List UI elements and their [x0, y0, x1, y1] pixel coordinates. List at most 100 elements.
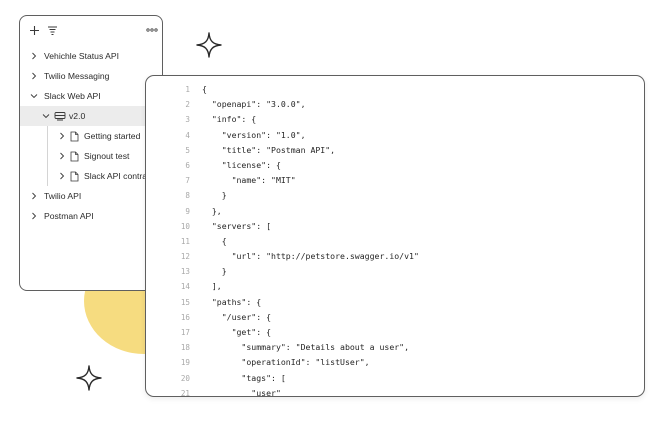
code-editor[interactable]: 1{2 "openapi": "3.0.0", 3 "info": {4 "ver…: [145, 75, 645, 397]
line-number: 1: [185, 85, 190, 94]
code-line[interactable]: 11 {: [146, 234, 644, 249]
code-line[interactable]: 7 "name": "MIT": [146, 173, 644, 188]
line-number: 9: [185, 206, 190, 216]
tree-item-slack-web-api[interactable]: Slack Web API: [20, 86, 162, 106]
code-text: "summary": "Details about a user",: [202, 342, 410, 353]
chevron-right-icon[interactable]: [29, 71, 39, 81]
code-line[interactable]: 5 "title": "Postman API",: [146, 143, 644, 158]
code-text: {: [202, 84, 207, 94]
code-text: "info": {: [202, 114, 257, 125]
tree-item-label: Signout test: [84, 151, 130, 161]
code-text: "get": {: [202, 327, 272, 337]
line-number: 20: [180, 373, 190, 383]
code-line[interactable]: 16 "/user": {: [146, 310, 644, 325]
code-line[interactable]: 4 "version": "1.0",: [146, 128, 644, 143]
tree-item-signout-test[interactable]: Signout test: [20, 146, 162, 166]
code-text: }: [202, 266, 227, 277]
sparkle-icon: [196, 32, 222, 58]
code-text: "title": "Postman API",: [202, 144, 336, 155]
chevron-right-icon[interactable]: [29, 211, 39, 221]
sparkle-icon: [76, 365, 102, 391]
line-number: 18: [180, 343, 190, 353]
line-number: 13: [180, 267, 190, 277]
tree-item-twilio-api[interactable]: Twilio API: [20, 186, 162, 206]
code-text: }: [202, 190, 227, 201]
code-text: "user": [202, 387, 281, 397]
chevron-right-icon[interactable]: [57, 131, 67, 141]
chevron-down-icon[interactable]: [29, 91, 39, 101]
chevron-right-icon[interactable]: [29, 191, 39, 201]
tree-item-label: Postman API: [44, 211, 94, 221]
line-number: 19: [180, 358, 190, 368]
code-line[interactable]: 1{: [146, 82, 644, 97]
line-number: 21: [180, 388, 190, 397]
tree-item-label: Slack Web API: [44, 91, 101, 101]
line-number: 14: [180, 282, 190, 292]
sidebar-toolbar: [20, 16, 162, 46]
line-number: 2: [185, 100, 190, 110]
code-line[interactable]: 12 "url": "http://petstore.swagger.io/v1…: [146, 249, 644, 264]
line-number: 11: [180, 236, 190, 246]
tree-item-postman-api[interactable]: Postman API: [20, 206, 162, 226]
line-number: 10: [180, 221, 190, 231]
document-icon: [70, 131, 79, 142]
tree-item-slack-api-contract[interactable]: Slack API contract: [20, 166, 162, 186]
tree-item-label: Twilio API: [44, 191, 82, 201]
code-text: "tags": [: [202, 372, 286, 383]
chevron-right-icon[interactable]: [29, 51, 39, 61]
code-line[interactable]: 20 "tags": [: [146, 371, 644, 386]
code-text: "version": "1.0",: [202, 129, 306, 140]
v2-0-children: Getting started Signout test Slack API c…: [20, 126, 162, 186]
tree-item-label: Slack API contract: [84, 171, 154, 181]
line-number: 4: [185, 130, 190, 140]
collections-tree: Vehichle Status API Twilio Messaging Sla…: [20, 46, 162, 226]
code-line[interactable]: 17 "get": {: [146, 325, 644, 340]
code-line[interactable]: 13 }: [146, 264, 644, 279]
code-text: },: [202, 205, 222, 216]
code-text: "openapi": "3.0.0",: [202, 99, 306, 110]
code-text: "license": {: [202, 159, 281, 170]
document-icon: [70, 171, 79, 182]
code-line[interactable]: 2 "openapi": "3.0.0",: [146, 97, 644, 112]
collections-sidebar: Vehichle Status API Twilio Messaging Sla…: [19, 15, 163, 291]
code-text: "servers": [: [202, 220, 272, 231]
code-line[interactable]: 18 "summary": "Details about a user",: [146, 340, 644, 355]
code-line[interactable]: 8 }: [146, 188, 644, 203]
chevron-down-icon[interactable]: [41, 111, 51, 121]
more-horizontal-icon[interactable]: [144, 22, 160, 38]
line-number: 16: [180, 312, 190, 322]
code-lines: 1{2 "openapi": "3.0.0", 3 "info": {4 "ver…: [146, 82, 644, 397]
tree-item-vehichle-status-api[interactable]: Vehichle Status API: [20, 46, 162, 66]
line-number: 6: [185, 160, 190, 170]
chevron-right-icon[interactable]: [57, 171, 67, 181]
tree-item-label: Twilio Messaging: [44, 71, 110, 81]
filter-icon[interactable]: [44, 22, 60, 38]
tree-item-label: v2.0: [69, 111, 86, 121]
version-icon: [54, 111, 66, 121]
plus-icon[interactable]: [26, 22, 42, 38]
code-line[interactable]: 10 "servers": [: [146, 219, 644, 234]
code-line[interactable]: 9 },: [146, 204, 644, 219]
code-line[interactable]: 6 "license": {: [146, 158, 644, 173]
chevron-right-icon[interactable]: [57, 151, 67, 161]
code-line[interactable]: 3 "info": {: [146, 112, 644, 127]
code-text: "url": "http://petstore.swagger.io/v1": [202, 251, 419, 262]
line-number: 15: [180, 297, 190, 307]
line-number: 17: [180, 328, 190, 337]
tree-item-v2-0[interactable]: v2.0: [20, 106, 162, 126]
code-text: "paths": {: [202, 296, 262, 307]
tree-item-twilio-messaging[interactable]: Twilio Messaging: [20, 66, 162, 86]
code-line[interactable]: 14 ],: [146, 279, 644, 294]
tree-item-getting-started[interactable]: Getting started: [20, 126, 162, 146]
code-text: "/user": {: [202, 311, 272, 322]
code-line[interactable]: 19 "operationId": "listUser",: [146, 355, 644, 370]
code-text: ],: [202, 281, 222, 292]
line-number: 3: [185, 115, 190, 125]
code-line[interactable]: 21 "user": [146, 386, 644, 397]
line-number: 7: [185, 176, 190, 186]
code-line[interactable]: 15 "paths": {: [146, 295, 644, 310]
line-number: 12: [180, 252, 190, 262]
code-text: {: [202, 235, 227, 246]
line-number: 8: [185, 191, 190, 201]
tree-item-label: Getting started: [84, 131, 141, 141]
